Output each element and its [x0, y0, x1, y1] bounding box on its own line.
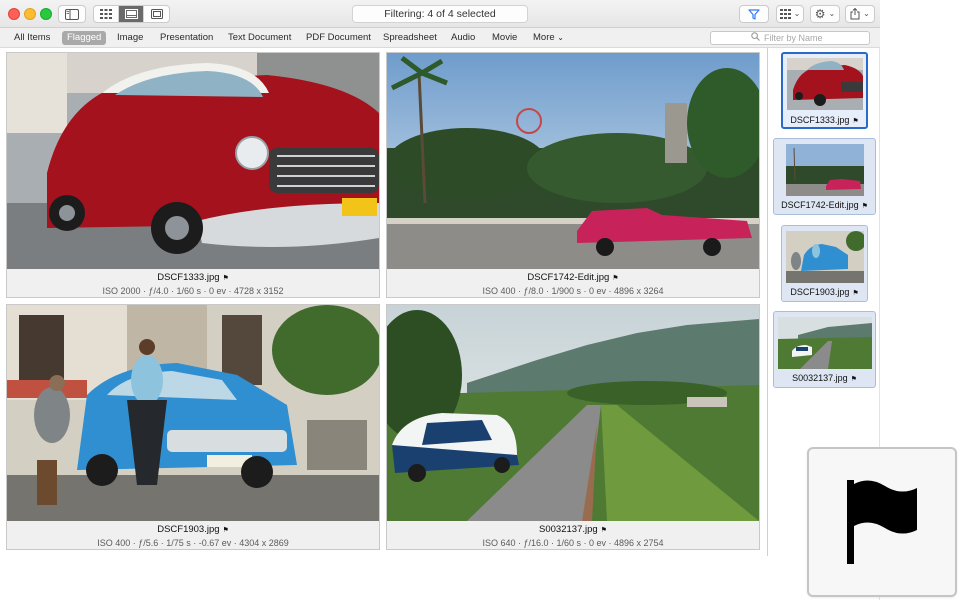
more-label: More: [533, 32, 555, 43]
photo-pink-convertible-palms: [387, 53, 759, 269]
gear-icon: ⚙: [814, 7, 826, 21]
flag-icon: ⚑: [612, 275, 619, 282]
filter-tab-pdf-document[interactable]: PDF Document: [304, 31, 373, 45]
thumbnail-image: [778, 317, 872, 369]
toggle-sidebar-button[interactable]: [58, 5, 86, 23]
share-icon: [850, 8, 860, 20]
flag-badge: [807, 447, 957, 597]
toolbar: Filtering: 4 of 4 selected ⌄ ⚙ ⌄ ⌄: [0, 0, 880, 28]
single-view-button[interactable]: [144, 6, 169, 22]
flag-icon: ⚑: [852, 118, 859, 125]
app-window: Filtering: 4 of 4 selected ⌄ ⚙ ⌄ ⌄ All I…: [0, 0, 880, 600]
thumbnail-image: [786, 144, 864, 196]
large-grid-icon: [124, 9, 138, 19]
thumbnail-grid: DSCF1333.jpg ⚑ ISO 2000 · ƒ/4.0 · 1/60 s …: [0, 48, 767, 600]
large-grid-view-button[interactable]: [119, 6, 144, 22]
file-metadata: ISO 640 · ƒ/16.0 · 1/60 s · 0 ev · 4896 …: [482, 538, 664, 548]
sidebar-item-s0032137[interactable]: S0032137.jpg ⚑: [773, 311, 876, 388]
file-metadata: ISO 2000 · ƒ/4.0 · 1/60 s · 0 ev · 4728 …: [102, 286, 284, 296]
grid-view-button[interactable]: [94, 6, 119, 22]
search-field[interactable]: [710, 31, 870, 45]
grid-item-caption: DSCF1903.jpg ⚑ ISO 400 · ƒ/5.6 · 1/75 s ·…: [7, 521, 379, 549]
grid-item[interactable]: DSCF1333.jpg ⚑ ISO 2000 · ƒ/4.0 · 1/60 s …: [6, 52, 380, 298]
file-name: DSCF1333.jpg: [157, 272, 220, 283]
grid-item[interactable]: DSCF1903.jpg ⚑ ISO 400 · ƒ/5.6 · 1/75 s ·…: [6, 304, 380, 550]
grid-item-caption: DSCF1333.jpg ⚑ ISO 2000 · ƒ/4.0 · 1/60 s …: [7, 269, 379, 297]
file-name: S0032137.jpg: [539, 524, 598, 535]
sidebar-divider[interactable]: [767, 48, 768, 556]
grid-icon: [100, 9, 112, 19]
thumbnail-image: [786, 231, 864, 283]
file-metadata: ISO 400 · ƒ/5.6 · 1/75 s · -0.67 ev · 43…: [97, 538, 289, 548]
filter-tab-movie[interactable]: Movie: [490, 31, 519, 45]
filter-icon: [748, 8, 760, 20]
search-input[interactable]: [764, 33, 864, 43]
grid-item[interactable]: S0032137.jpg ⚑ ISO 640 · ƒ/16.0 · 1/60 s …: [386, 304, 760, 550]
minimize-window-button[interactable]: [24, 8, 36, 20]
sidebar-item-dscf1903[interactable]: DSCF1903.jpg ⚑: [781, 225, 868, 302]
grid-item-caption: S0032137.jpg ⚑ ISO 640 · ƒ/16.0 · 1/60 s …: [387, 521, 759, 549]
filter-tab-presentation[interactable]: Presentation: [158, 31, 215, 45]
view-mode-segmented-control: [93, 5, 170, 23]
flag-icon: ⚑: [222, 275, 229, 282]
filter-tab-image[interactable]: Image: [115, 31, 145, 45]
file-name: DSCF1742-Edit.jpg: [527, 272, 610, 283]
photo-red-classic-car: [7, 53, 379, 269]
flag-icon: ⚑: [861, 203, 868, 210]
filter-bar: All Items Flagged Image Presentation Tex…: [0, 28, 880, 48]
filter-tab-all-items[interactable]: All Items: [12, 31, 52, 45]
filter-button[interactable]: [739, 5, 769, 23]
filter-tab-spreadsheet[interactable]: Spreadsheet: [381, 31, 439, 45]
thumbnail-name: DSCF1903.jpg: [790, 287, 850, 297]
sidebar-icon: [65, 8, 79, 20]
flag-icon: ⚑: [222, 527, 229, 534]
filter-tab-flagged[interactable]: Flagged: [62, 31, 107, 45]
group-icon: [779, 9, 791, 19]
single-view-icon: [150, 9, 163, 19]
zoom-window-button[interactable]: [40, 8, 52, 20]
filter-tab-audio[interactable]: Audio: [449, 31, 477, 45]
chevron-down-icon: ⌄: [828, 9, 836, 18]
thumbnail-name: DSCF1742-Edit.jpg: [781, 200, 859, 210]
thumbnail-name: S0032137.jpg: [792, 373, 848, 383]
sidebar-item-dscf1333[interactable]: DSCF1333.jpg ⚑: [781, 52, 868, 129]
flag-icon: ⚑: [600, 527, 607, 534]
flag-icon: [847, 480, 917, 564]
thumbnail-image: [787, 58, 863, 110]
chevron-down-icon: ⌄: [557, 33, 564, 42]
photo-blue-car-street: [7, 305, 379, 521]
flag-icon: ⚑: [850, 376, 857, 383]
file-name: DSCF1903.jpg: [157, 524, 220, 535]
group-by-button[interactable]: ⌄: [776, 5, 804, 23]
filter-tab-more[interactable]: More ⌄: [531, 31, 566, 45]
close-window-button[interactable]: [8, 8, 20, 20]
sidebar-item-dscf1742-edit[interactable]: DSCF1742-Edit.jpg ⚑: [773, 138, 876, 215]
thumbnail-name: DSCF1333.jpg: [790, 115, 850, 125]
filter-status-field: Filtering: 4 of 4 selected: [352, 5, 528, 23]
photo-valley-road-car: [387, 305, 759, 521]
grid-item-caption: DSCF1742-Edit.jpg ⚑ ISO 400 · ƒ/8.0 · 1/9…: [387, 269, 759, 297]
flag-icon: ⚑: [852, 290, 859, 297]
chevron-down-icon: ⌄: [793, 9, 801, 18]
chevron-down-icon: ⌄: [863, 9, 870, 18]
search-icon: [751, 32, 760, 44]
action-menu-button[interactable]: ⚙ ⌄: [810, 5, 840, 23]
grid-item[interactable]: DSCF1742-Edit.jpg ⚑ ISO 400 · ƒ/8.0 · 1/9…: [386, 52, 760, 298]
filter-tab-text-document[interactable]: Text Document: [226, 31, 293, 45]
file-metadata: ISO 400 · ƒ/8.0 · 1/900 s · 0 ev · 4896 …: [482, 286, 664, 296]
share-button[interactable]: ⌄: [845, 5, 875, 23]
